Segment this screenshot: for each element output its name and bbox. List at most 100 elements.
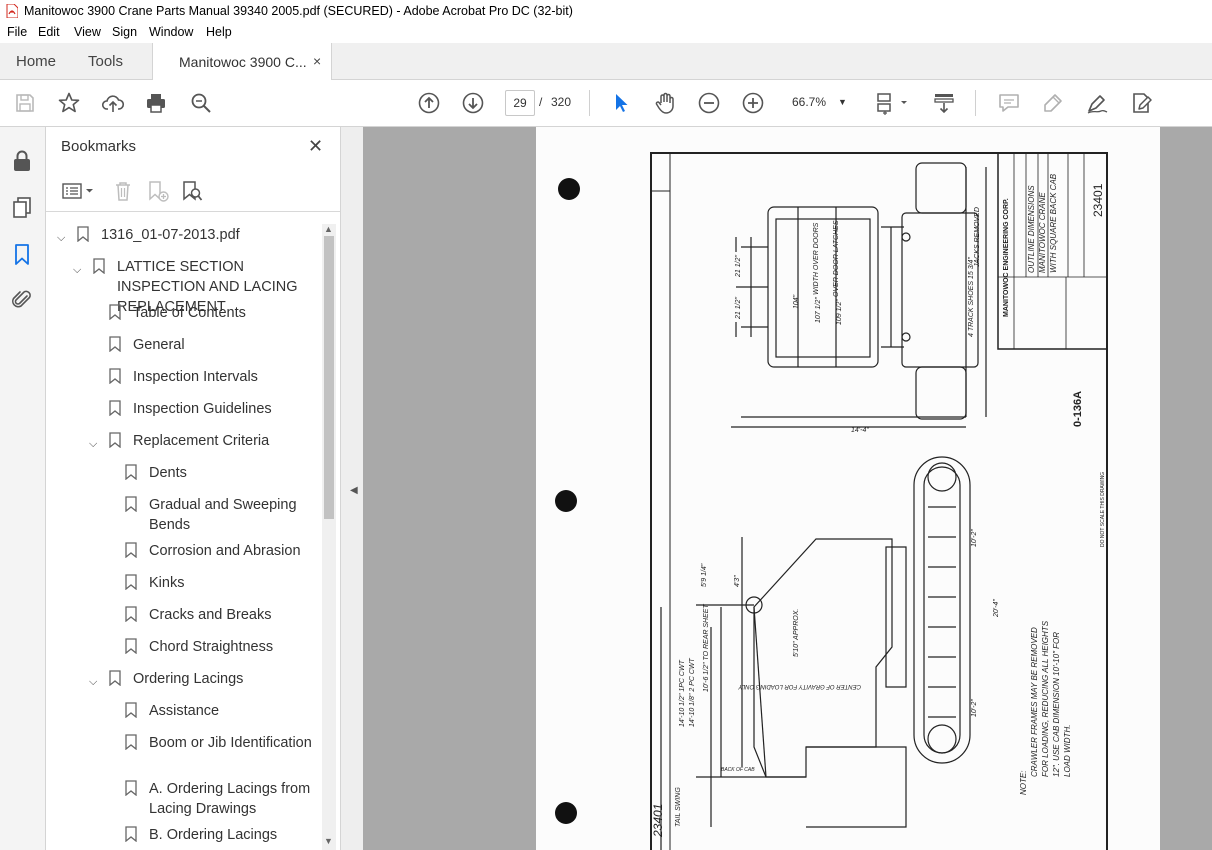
dim-back-of-cab: BACK OF CAB — [721, 767, 755, 773]
bookmark-label: Table of Contents — [133, 305, 246, 321]
main-toolbar: 29 / 320 66.7% ▼ — [0, 80, 1212, 127]
bookmark-label: Gradual and Sweeping Bends — [149, 497, 297, 533]
edit-pdf-icon[interactable] — [1129, 91, 1153, 115]
menu-sign[interactable]: Sign — [112, 25, 137, 39]
scroll-mode-icon[interactable] — [932, 91, 956, 115]
dim-1pc: 14'-10 1/2" 1PC CWT — [679, 659, 686, 727]
share-upload-icon[interactable] — [101, 91, 125, 115]
previous-page-icon[interactable] — [417, 91, 441, 115]
punch-hole — [555, 490, 577, 512]
pdf-page: MANITOWOC ENGINEERING CORP. OUTLINE DIME… — [536, 127, 1160, 850]
dim-4-3: 4'3" — [734, 575, 741, 587]
chevron-down-icon[interactable]: ⌵ — [89, 672, 97, 692]
bookmark-label: Dents — [149, 465, 187, 481]
dim-2pc: 14'-10 1/8" 2 PC CWT — [689, 657, 696, 727]
options-menu-icon[interactable] — [61, 179, 97, 203]
highlight-icon[interactable] — [1041, 91, 1065, 115]
sign-icon[interactable] — [1085, 91, 1109, 115]
title-bar: Manitowoc 3900 Crane Parts Manual 39340 … — [0, 0, 1212, 22]
bookmark-label: Boom or Jib Identification — [149, 735, 312, 751]
bookmarks-scrollbar[interactable]: ▲ ▼ — [322, 224, 336, 850]
bookmark-icon — [109, 336, 121, 352]
comment-icon[interactable] — [997, 91, 1021, 115]
find-icon[interactable] — [189, 91, 213, 115]
bookmark-label: Corrosion and Abrasion — [149, 543, 301, 559]
page-total: 320 — [551, 95, 572, 109]
save-icon[interactable] — [13, 91, 37, 115]
menu-bar: File Edit View Sign Window Help — [0, 22, 1212, 43]
tab-bar: Home Tools Manitowoc 3900 C... × — [0, 43, 1212, 80]
dim-21-a: 21 1/2" — [735, 255, 742, 278]
select-cursor-icon[interactable] — [609, 91, 633, 115]
attachments-icon[interactable] — [10, 287, 34, 311]
bookmark-icon — [125, 574, 137, 590]
note-line-3: 12". USE CAB DIMENSION 10'-10" FOR — [1052, 632, 1061, 777]
print-icon[interactable] — [144, 91, 168, 115]
scroll-down-icon[interactable]: ▼ — [324, 836, 333, 846]
scrollbar-thumb[interactable] — [324, 236, 334, 519]
menu-view[interactable]: View — [74, 25, 101, 39]
drawing-stamp: 23401 — [651, 804, 665, 838]
find-bookmark-icon[interactable] — [180, 179, 204, 203]
zoom-out-icon[interactable] — [697, 91, 721, 115]
menu-window[interactable]: Window — [149, 25, 193, 39]
next-page-icon[interactable] — [461, 91, 485, 115]
chevron-down-icon[interactable]: ⌵ — [89, 434, 97, 454]
bookmark-icon — [125, 702, 137, 718]
bookmark-icon — [109, 432, 121, 448]
company-name: MANITOWOC ENGINEERING CORP. — [1003, 198, 1010, 317]
chevron-down-icon[interactable]: ⌵ — [73, 260, 81, 280]
tab-document[interactable]: Manitowoc 3900 C... × — [152, 43, 332, 80]
panel-title: Bookmarks — [61, 138, 137, 155]
bookmark-star-icon[interactable] — [57, 91, 81, 115]
bookmark-icon — [125, 464, 137, 480]
tab-document-label: Manitowoc 3900 C... — [179, 54, 307, 70]
dim-5-10: 5'10" APPROX. — [793, 609, 800, 657]
document-viewer[interactable]: MANITOWOC ENGINEERING CORP. OUTLINE DIME… — [363, 127, 1212, 850]
lock-icon[interactable] — [10, 149, 34, 173]
tab-tools[interactable]: Tools — [88, 53, 123, 70]
bookmark-tree: ⌵ 1316_01-07-2013.pdf ⌵ LATTICE SECTION … — [46, 219, 326, 850]
drawing-title-2: MANITOWOC CRANE — [1038, 192, 1047, 273]
scroll-up-icon[interactable]: ▲ — [324, 224, 333, 234]
bookmark-icon — [125, 542, 137, 558]
zoom-select[interactable]: 66.7% ▼ — [786, 90, 854, 114]
dim-tail-swing: TAIL SWING — [675, 787, 682, 827]
sheet-code: 0-136A — [1072, 391, 1084, 427]
chevron-down-icon[interactable]: ⌵ — [57, 228, 65, 248]
dim-107: 107 1/2" — [815, 297, 822, 323]
pages-icon[interactable] — [10, 195, 34, 219]
collapse-panel-icon[interactable]: ◀ — [350, 485, 358, 496]
menu-help[interactable]: Help — [206, 25, 232, 39]
panel-splitter[interactable]: ◀ — [340, 127, 364, 850]
hand-tool-icon[interactable] — [653, 91, 677, 115]
menu-file[interactable]: File — [7, 25, 27, 39]
delete-icon[interactable] — [111, 179, 135, 203]
bookmark-label: Inspection Intervals — [133, 369, 258, 385]
bookmark-label: Inspection Guidelines — [133, 401, 272, 417]
window-title: Manitowoc 3900 Crane Parts Manual 39340 … — [24, 4, 573, 18]
bookmarks-icon[interactable] — [10, 242, 34, 266]
page-layout-icon[interactable] — [875, 91, 909, 115]
chevron-down-icon: ▼ — [838, 97, 847, 107]
zoom-in-icon[interactable] — [741, 91, 765, 115]
punch-hole — [555, 802, 577, 824]
tab-home[interactable]: Home — [16, 53, 56, 70]
note-line-2: FOR LOADING, REDUCING ALL HEIGHTS — [1041, 620, 1050, 777]
dim-10-2-b: 10'-2" — [971, 699, 978, 717]
dim-jacks-removed: JACKS REMOVED — [974, 207, 981, 268]
tab-close-icon[interactable]: × — [313, 53, 321, 69]
bookmark-icon — [125, 638, 137, 654]
bookmark-label: General — [133, 337, 185, 353]
close-icon[interactable]: ✕ — [308, 137, 323, 155]
page-number-input[interactable]: 29 — [505, 90, 535, 116]
menu-edit[interactable]: Edit — [38, 25, 60, 39]
note-line-4: LOAD WIDTH. — [1063, 725, 1072, 777]
dim-104: 104" — [793, 294, 800, 309]
bookmark-label: Cracks and Breaks — [149, 607, 272, 623]
acrobat-icon — [6, 4, 18, 18]
new-bookmark-icon[interactable] — [146, 179, 170, 203]
dim-over-door-latches: OVER DOOR LATCHES — [833, 220, 840, 297]
bookmark-icon — [125, 780, 137, 796]
bookmarks-panel: Bookmarks ✕ ⌵ 1316_01-07-2013.pdf ⌵ LATT… — [46, 127, 340, 850]
